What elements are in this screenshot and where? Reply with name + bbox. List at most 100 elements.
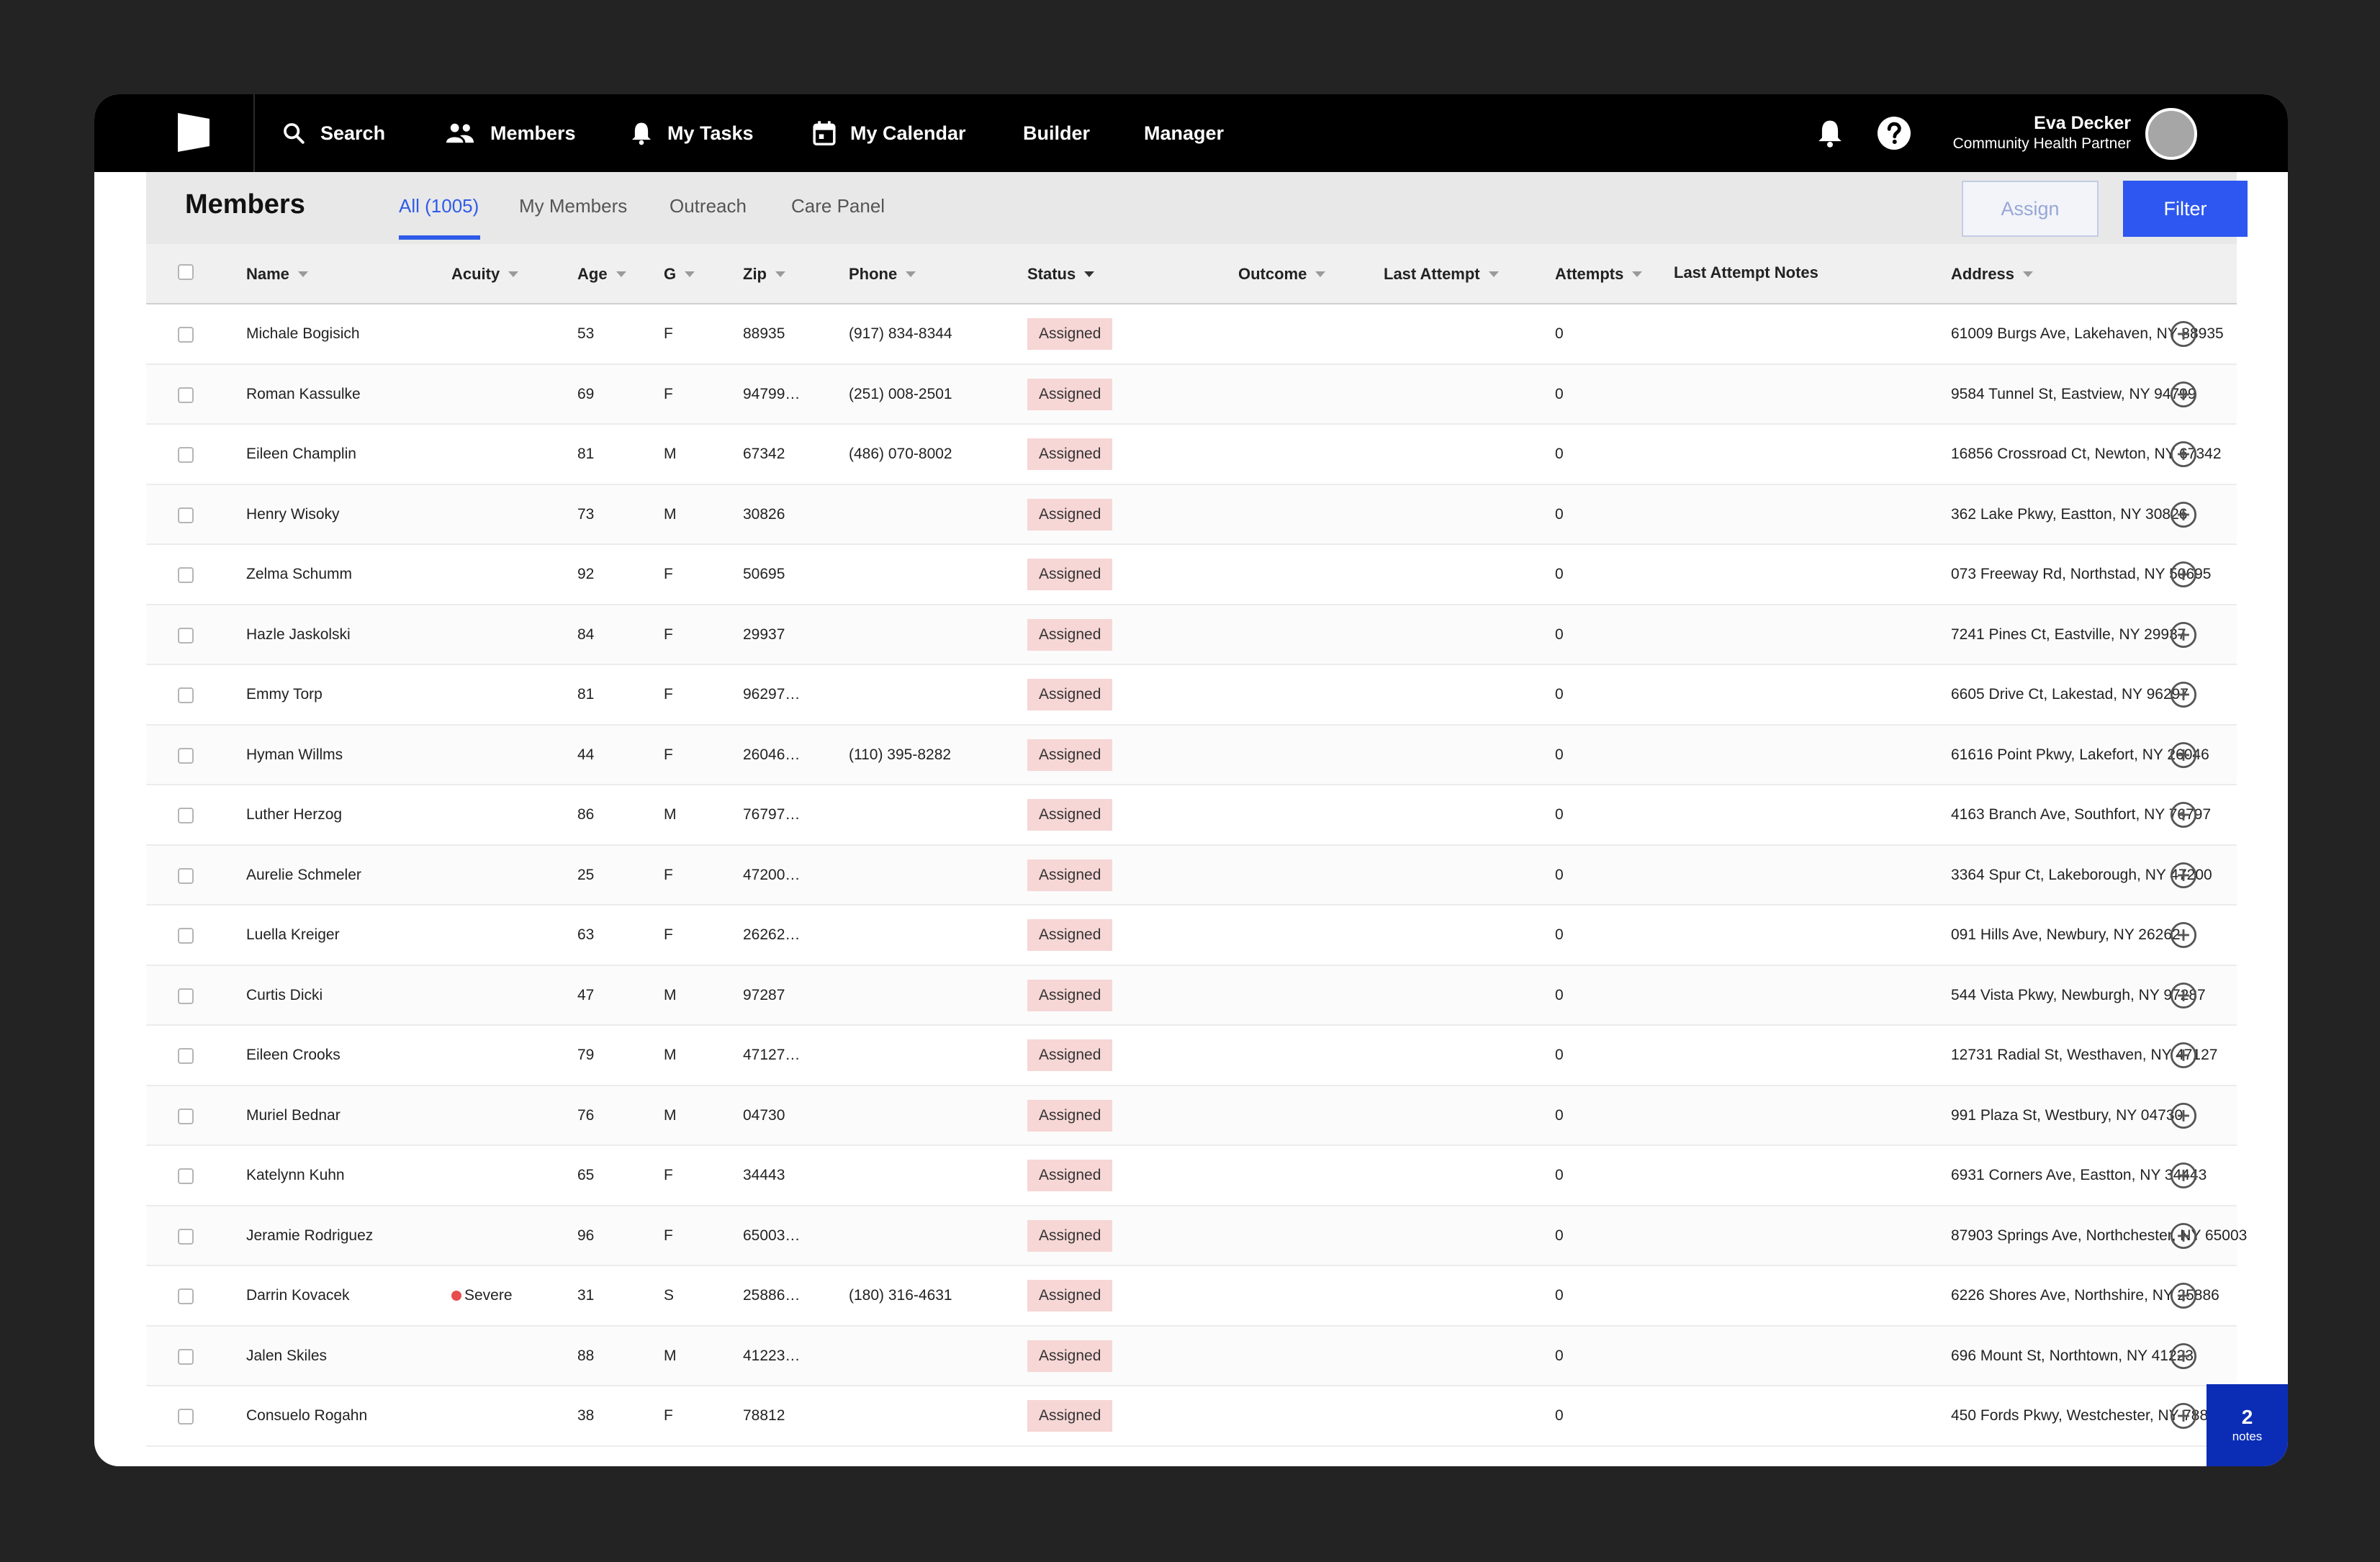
row-checkbox[interactable] [178, 808, 194, 823]
nav-search[interactable]: Search [281, 94, 385, 172]
row-checkbox[interactable] [178, 507, 194, 523]
table-row[interactable]: Darrin Kovacek 31 S 25886… (180) 316-4631 0 62… [146, 1266, 2237, 1327]
nav-members[interactable]: Members [444, 94, 576, 172]
nav-manager[interactable]: Manager [1144, 94, 1224, 172]
column-last-attempt-notes[interactable]: Last Attempt Notes [1674, 243, 1818, 303]
column-acuity[interactable]: Acuity [451, 244, 519, 304]
row-checkbox[interactable] [178, 1288, 194, 1304]
row-checkbox[interactable] [178, 747, 194, 764]
table-row[interactable]: Emmy Torp 81 F 96297… 0 6605 Drive Ct, Lakest… [146, 665, 2237, 726]
notes-button[interactable]: 2 notes [2207, 1384, 2288, 1466]
column-address[interactable]: Address [1951, 244, 2034, 304]
row-checkbox[interactable] [178, 988, 194, 1004]
add-circle-icon[interactable] [2170, 1222, 2197, 1250]
table-row[interactable]: Curtis Dicki 47 M 97287 0 544 Vista Pkwy, New… [146, 965, 2237, 1026]
row-checkbox[interactable] [178, 1409, 194, 1425]
member-zip: 94799… [743, 385, 801, 402]
row-checkbox[interactable] [178, 687, 194, 703]
tab-all[interactable]: All (1005) [399, 195, 479, 217]
member-gender: M [664, 1347, 677, 1364]
nav-my-calendar[interactable]: My Calendar [813, 94, 966, 172]
row-checkbox[interactable] [178, 1048, 194, 1064]
column-age[interactable]: Age [577, 244, 626, 304]
assign-button[interactable]: Assign [1962, 181, 2099, 237]
row-checkbox[interactable] [178, 627, 194, 644]
row-checkbox[interactable] [178, 447, 194, 463]
column-name[interactable]: Name [246, 244, 308, 304]
column-outcome[interactable]: Outcome [1238, 244, 1326, 304]
table-row[interactable]: Hazle Jaskolski 84 F 29937 0 7241 Pines Ct, E… [146, 605, 2237, 665]
add-circle-icon[interactable] [2170, 1342, 2197, 1370]
avatar[interactable] [2145, 108, 2197, 160]
select-all-checkbox[interactable] [178, 264, 194, 280]
table-row[interactable]: Zelma Schumm 92 F 50695 0 073 Freeway Rd, Nor… [146, 545, 2237, 605]
column-phone[interactable]: Phone [849, 244, 916, 304]
table-row[interactable]: Hyman Willms 44 F 26046… (110) 395-8282 0 6161… [146, 725, 2237, 785]
column-zip[interactable]: Zip [743, 244, 785, 304]
add-circle-icon[interactable] [2170, 1162, 2197, 1189]
add-circle-icon[interactable] [2170, 1042, 2197, 1069]
row-checkbox[interactable] [178, 567, 194, 583]
table-row[interactable]: Eileen Crooks 79 M 47127… 0 12731 Radial St, … [146, 1026, 2237, 1086]
member-phone: (486) 070-8002 [849, 446, 952, 462]
table-row[interactable]: Muriel Bednar 76 M 04730 0 991 Plaza St, West… [146, 1085, 2237, 1146]
table-row[interactable]: Roman Kassulke 69 F 94799… (251) 008-2501 0 95… [146, 364, 2237, 425]
add-circle-icon[interactable] [2170, 1102, 2197, 1129]
row-checkbox[interactable] [178, 928, 194, 944]
add-circle-icon[interactable] [2170, 982, 2197, 1009]
add-circle-icon[interactable] [2170, 1402, 2197, 1430]
status-badge: Assigned [1027, 318, 1113, 350]
column-last-attempt[interactable]: Last Attempt [1384, 244, 1499, 304]
member-zip: 47127… [743, 1047, 801, 1063]
member-status: Assigned [1027, 1206, 1113, 1265]
row-checkbox[interactable] [178, 1168, 194, 1184]
table-row[interactable]: Henry Wisoky 73 M 30826 0 362 Lake Pkwy, East… [146, 484, 2237, 545]
add-circle-icon[interactable] [2170, 561, 2197, 588]
add-circle-icon[interactable] [2170, 681, 2197, 708]
tab-outreach[interactable]: Outreach [670, 195, 747, 217]
tab-my-members[interactable]: My Members [519, 195, 627, 217]
nav-my-tasks[interactable]: My Tasks [630, 94, 754, 172]
add-circle-icon[interactable] [2170, 801, 2197, 829]
add-circle-icon[interactable] [2170, 320, 2197, 348]
table-row[interactable]: Michale Bogisich 53 F 88935 (917) 834-8344 0 6… [146, 304, 2237, 365]
column-attempts[interactable]: Attempts [1555, 244, 1643, 304]
app-logo-icon[interactable] [178, 113, 209, 152]
row-checkbox[interactable] [178, 327, 194, 343]
table-row[interactable]: Jeramie Rodriguez 96 F 65003… 0 87903 Springs… [146, 1206, 2247, 1266]
member-acuity-label: Severe [464, 1287, 513, 1304]
add-circle-icon[interactable] [2170, 862, 2197, 889]
nav-builder[interactable]: Builder [1023, 94, 1090, 172]
table-row[interactable]: Luella Kreiger 63 F 26262… 0 091 Hills Ave, N… [146, 906, 2237, 966]
table-row[interactable]: Eileen Champlin 81 M 67342 (486) 070-8002 0 16… [146, 425, 2237, 485]
table-row[interactable]: Aurelie Schmeler 25 F 47200… 0 3364 Spur Ct, … [146, 845, 2237, 906]
table-row[interactable]: Katelynn Kuhn 65 F 34443 0 6931 Corners Ave, … [146, 1146, 2237, 1206]
add-circle-icon[interactable] [2170, 381, 2197, 408]
column-gender[interactable]: G [664, 244, 695, 304]
table-row[interactable]: Luther Herzog 86 M 76797… 0 4163 Branch Ave, … [146, 785, 2237, 846]
add-circle-icon[interactable] [2170, 621, 2197, 649]
table-row[interactable]: Jalen Skiles 88 M 41223… 0 696 Mount St, Nort… [146, 1326, 2237, 1386]
add-circle-icon[interactable] [2170, 1282, 2197, 1309]
column-zip-label: Zip [743, 265, 767, 283]
nav-search-label: Search [320, 122, 386, 144]
add-circle-icon[interactable] [2170, 501, 2197, 528]
member-age: 84 [577, 626, 595, 643]
row-checkbox[interactable] [178, 1108, 194, 1124]
table-row[interactable]: Consuelo Rogahn 38 F 78812 0 450 Fords Pkwy, … [146, 1386, 2237, 1447]
notes-count: 2 [2241, 1406, 2253, 1428]
row-checkbox[interactable] [178, 1228, 194, 1245]
add-circle-icon[interactable] [2170, 921, 2197, 949]
tab-care-panel[interactable]: Care Panel [791, 195, 885, 217]
column-status[interactable]: Status [1027, 244, 1095, 304]
add-circle-icon[interactable] [2170, 441, 2197, 468]
member-status: Assigned [1027, 1386, 1113, 1445]
row-checkbox[interactable] [178, 1348, 194, 1365]
row-checkbox[interactable] [178, 867, 194, 884]
member-status: Assigned [1027, 665, 1113, 724]
help-button[interactable] [1877, 116, 1911, 150]
notifications-button[interactable] [1813, 116, 1847, 150]
add-circle-icon[interactable] [2170, 741, 2197, 769]
row-checkbox[interactable] [178, 387, 194, 403]
filter-button[interactable]: Filter [2123, 181, 2248, 237]
